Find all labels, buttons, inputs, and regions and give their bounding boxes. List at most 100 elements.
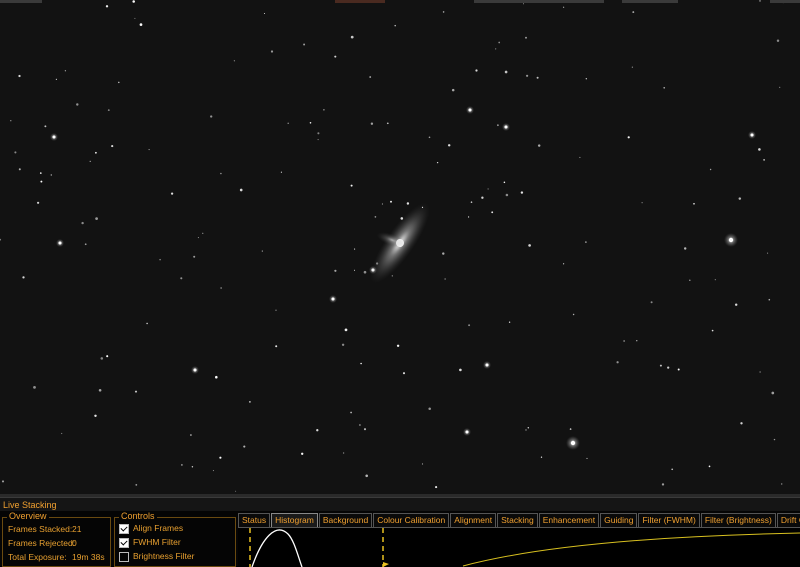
tab-guiding[interactable]: Guiding [600,513,638,527]
tab-colour-calibration[interactable]: Colour Calibration [373,513,450,527]
fwhm-filter-checkbox[interactable]: FWHM Filter [119,537,181,548]
faint-star [359,424,361,426]
faint-star [275,309,277,311]
tab-histogram[interactable]: Histogram [271,513,318,527]
faint-star [181,464,183,466]
faint-star [210,115,213,118]
bright-star-core [570,440,576,446]
faint-star [394,24,396,27]
faint-star [139,23,143,26]
tab-filter-brightness[interactable]: Filter (Brightness) [700,513,776,527]
faint-star [508,321,511,323]
panel-tabs: Status Histogram Background Colour Calib… [238,513,800,527]
checkbox-icon[interactable] [119,551,129,562]
tab-filter-fwhm[interactable]: Filter (FWHM) [638,513,700,527]
faint-star [527,427,530,429]
brightness-filter-checkbox[interactable]: Brightness Filter [119,551,194,562]
faint-star [447,144,451,147]
faint-star [270,50,274,53]
faint-star [248,400,251,403]
bright-star-core [750,133,754,137]
faint-star [435,486,438,489]
bright-star-core [468,108,472,112]
frames-stacked-row: Frames Stacked: 21 [8,524,81,534]
overview-group: Overview Frames Stacked: 21 Frames Rejec… [2,511,111,567]
faint-star [498,41,501,44]
faint-star [683,247,687,250]
faint-star [341,343,345,346]
bright-star-core [465,430,469,434]
faint-star [215,375,218,379]
faint-star [148,149,150,151]
live-stacking-panel: Live Stacking Overview Frames Stacked: 2… [0,497,800,567]
faint-star [369,76,372,78]
bright-star-core [728,237,734,243]
faint-star [758,148,761,151]
faint-star [212,470,214,472]
faint-star [759,0,761,2]
checkbox-icon[interactable] [119,537,129,548]
faint-star [442,252,445,255]
bright-star-core [193,368,197,372]
histogram-view[interactable] [238,527,800,567]
bright-star-core [504,125,508,129]
tab-enhancement[interactable]: Enhancement [538,513,600,527]
faint-star [132,0,135,3]
faint-star [771,391,775,395]
align-frames-checkbox[interactable]: Align Frames [119,523,183,534]
faint-star [522,3,525,5]
faint-star [365,474,369,478]
faint-star [451,88,455,92]
faint-star [759,371,761,373]
faint-star [342,452,345,454]
faint-star [616,361,619,364]
faint-star [631,66,634,68]
faint-star [135,484,138,486]
faint-star [623,340,625,342]
faint-star [350,35,354,39]
faint-star [586,457,588,459]
faint-star [317,139,319,141]
faint-star [374,216,377,218]
stacked-image-view[interactable] [0,0,800,496]
faint-star [303,43,306,46]
faint-star [323,108,325,111]
tab-alignment[interactable]: Alignment [450,513,497,527]
bright-star-core [58,241,62,245]
frames-stacked-value: 21 [72,524,82,534]
faint-star [76,103,79,106]
tab-drift-graph[interactable]: Drift Graph [776,513,800,527]
overview-label: Overview [7,511,49,521]
faint-star [585,78,587,80]
faint-star [18,74,21,78]
faint-star [693,202,695,205]
faint-star [537,144,541,147]
star-field [0,0,800,496]
faint-star [64,70,67,72]
faint-star [44,125,47,128]
faint-star [363,270,367,274]
frames-stacked-label: Frames Stacked: [8,524,73,534]
tab-background[interactable]: Background [318,513,373,527]
faint-star [503,181,506,184]
faint-star [396,344,400,348]
faint-star [520,191,524,194]
faint-star [360,362,362,365]
faint-star [344,328,348,332]
faint-star [146,322,148,325]
faint-star [189,434,192,436]
faint-star [233,60,236,62]
faint-star [170,192,174,195]
checkbox-icon[interactable] [119,523,129,534]
faint-star [562,6,565,8]
faint-star [100,357,104,360]
tab-stacking[interactable]: Stacking [497,513,538,527]
faint-star [659,364,662,367]
faint-star [487,188,489,190]
panel-title: Live Stacking [0,497,800,511]
tab-status[interactable]: Status [238,513,271,527]
faint-star [436,161,439,164]
brightness-filter-label: Brightness Filter [133,551,195,561]
faint-star [661,483,665,486]
faint-star [667,366,670,369]
